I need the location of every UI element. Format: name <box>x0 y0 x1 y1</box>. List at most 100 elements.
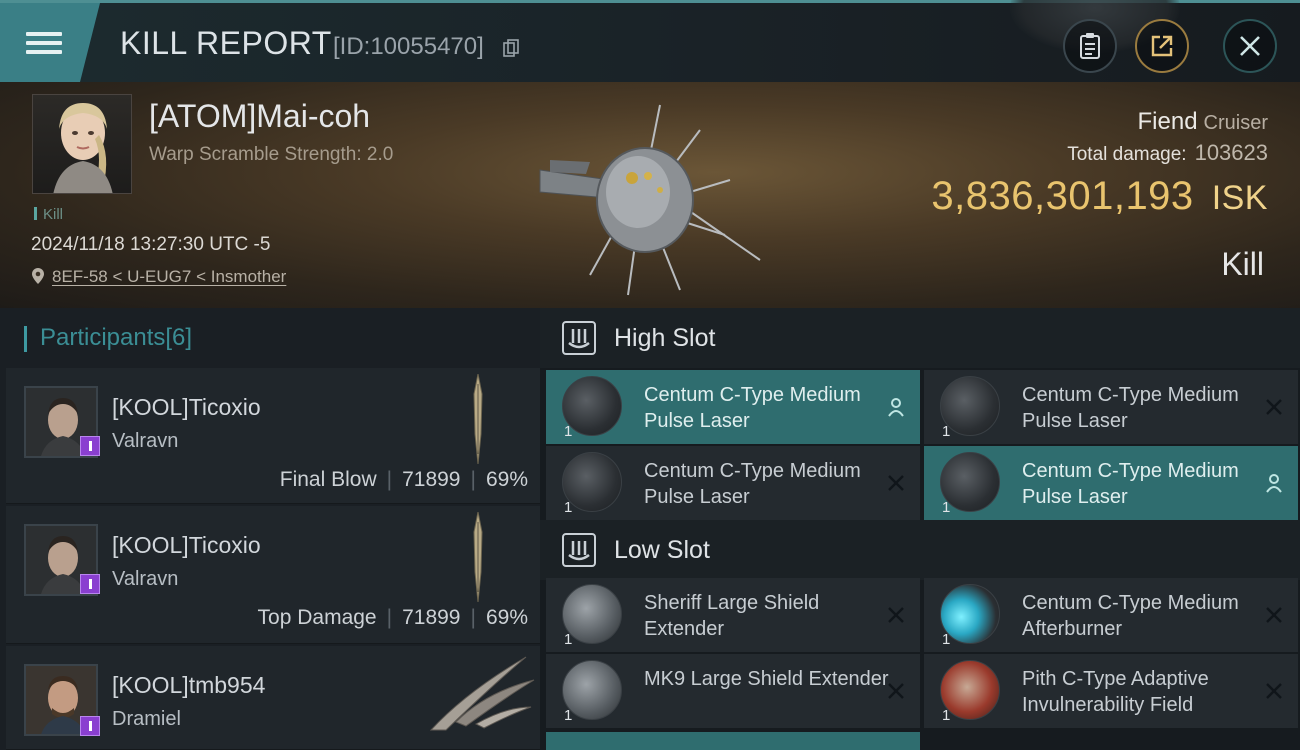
participant-damage: 71899 <box>402 468 461 491</box>
module-item[interactable]: 1 Centum C-Type Medium Afterburner <box>924 578 1298 652</box>
module-qty: 1 <box>942 631 951 648</box>
clipboard-icon <box>1080 33 1100 59</box>
participant-percent: 69% <box>485 468 528 491</box>
participant-stats: Top Damage | 71899 | 69% <box>257 606 528 629</box>
victim-name[interactable]: [ATOM]Mai-coh <box>149 98 370 135</box>
share-icon <box>1151 35 1173 57</box>
module-name: Centum C-Type Medium Pulse Laser <box>1022 384 1239 432</box>
location-pin-icon <box>32 268 44 284</box>
participant-name[interactable]: [KOOL]tmb954 <box>112 672 265 699</box>
module-item[interactable]: 1 Sheriff Large Shield Extender <box>546 578 920 652</box>
top-bar: KILL REPORT [ID:10055470] <box>0 0 1300 82</box>
module-qty: 1 <box>564 707 573 724</box>
dropped-person-icon <box>1266 474 1282 493</box>
participant-percent: 69% <box>485 606 528 629</box>
report-id: [ID:10055470] <box>333 33 484 60</box>
participant-damage: 71899 <box>402 606 461 629</box>
module-qty: 1 <box>942 499 951 516</box>
victim-avatar[interactable] <box>32 94 132 194</box>
destroyed-x-icon <box>1266 683 1282 699</box>
module-item[interactable]: 1 Centum C-Type Medium Pulse Laser <box>546 370 920 444</box>
warp-scramble-strength: Warp Scramble Strength: 2.0 <box>149 144 394 165</box>
participants-count: [6] <box>165 324 193 351</box>
participants-panel: Participants[6] [KOOL]Ticoxio Valravn Fi… <box>0 308 540 750</box>
result-label: Kill <box>1221 246 1264 282</box>
high-slot-label: High Slot <box>614 323 716 352</box>
ship-name: Fiend <box>1137 108 1198 135</box>
participant-ship: Valravn <box>112 430 179 452</box>
destroyed-x-icon <box>888 683 904 699</box>
module-item[interactable]: 1 Centum C-Type Medium Pulse Laser <box>924 370 1298 444</box>
total-damage: Total damage: 103623 <box>1067 140 1268 166</box>
menu-icon <box>26 27 62 59</box>
victim-portrait <box>53 103 113 193</box>
module-item[interactable]: 1 Centum C-Type Medium Pulse Laser <box>546 446 920 520</box>
close-button[interactable] <box>1223 19 1277 73</box>
participant-role: Final Blow <box>279 468 377 491</box>
participant-stats: Final Blow | 71899 | 69% <box>279 468 528 491</box>
module-name: Centum C-Type Medium Afterburner <box>1022 592 1239 640</box>
module-name: Pith C-Type Adaptive Invulnerability Fie… <box>1022 668 1209 716</box>
low-slot-label: Low Slot <box>614 535 710 564</box>
module-item[interactable]: 1 Pith C-Type Adaptive Invulnerability F… <box>924 654 1298 728</box>
location-text: 8EF-58 < U-EUG7 < Insmother <box>52 267 287 286</box>
module-item[interactable]: 1 MK9 Large Shield Extender <box>546 654 920 728</box>
kill-datetime: 2024/11/18 13:27:30 UTC -5 <box>31 234 271 255</box>
high-slot-header: High Slot <box>540 308 1300 368</box>
destroyed-x-icon <box>888 607 904 623</box>
module-qty: 1 <box>942 707 951 724</box>
participant-badge-icon <box>80 436 100 456</box>
participant-ship: Valravn <box>112 568 179 590</box>
page-title: KILL REPORT <box>120 25 332 61</box>
menu-button[interactable] <box>0 3 100 82</box>
destroyed-x-icon <box>1266 607 1282 623</box>
ship-class: Cruiser <box>1203 112 1268 134</box>
participant-ship: Dramiel <box>112 708 181 730</box>
module-item-partial[interactable] <box>546 732 920 750</box>
destroyed-x-icon <box>1266 399 1282 415</box>
module-qty: 1 <box>942 423 951 440</box>
victim-ship[interactable]: Fiend Cruiser <box>1138 108 1269 136</box>
participant-badge-icon <box>80 716 100 736</box>
low-slot-icon <box>562 533 596 567</box>
participant-row[interactable]: [KOOL]Ticoxio Valravn Final Blow | 71899 | 6… <box>6 368 540 504</box>
total-damage-label: Total damage: <box>1067 144 1187 165</box>
module-name: Centum C-Type Medium Pulse Laser <box>644 460 861 508</box>
participant-ship-icon[interactable] <box>468 374 488 464</box>
low-slot-header: Low Slot <box>540 520 1300 580</box>
isk-value: 3,836,301,193 ISK <box>931 174 1268 219</box>
participants-header: Participants[6] <box>23 324 193 352</box>
copy-icon[interactable] <box>503 39 519 57</box>
close-icon <box>1240 36 1260 56</box>
notes-button[interactable] <box>1063 19 1117 73</box>
module-name: MK9 Large Shield Extender <box>644 668 889 690</box>
participants-label: Participants <box>40 324 166 351</box>
total-damage-value: 103623 <box>1194 140 1268 165</box>
participant-ship-icon[interactable] <box>468 512 488 602</box>
kill-type-tag: Kill <box>34 206 63 223</box>
module-item[interactable]: 1 Centum C-Type Medium Pulse Laser <box>924 446 1298 520</box>
module-qty: 1 <box>564 423 573 440</box>
participant-row[interactable]: [KOOL]tmb954 Dramiel <box>6 646 540 750</box>
kill-location[interactable]: 8EF-58 < U-EUG7 < Insmother <box>32 267 286 287</box>
fitting-panel: High Slot 1 Centum C-Type Medium Pulse L… <box>540 308 1300 750</box>
participant-badge-icon <box>80 574 100 594</box>
module-qty: 1 <box>564 631 573 648</box>
participant-name[interactable]: [KOOL]Ticoxio <box>112 394 261 421</box>
module-name: Sheriff Large Shield Extender <box>644 592 820 640</box>
module-name: Centum C-Type Medium Pulse Laser <box>1022 460 1239 508</box>
module-name: Centum C-Type Medium Pulse Laser <box>644 384 861 432</box>
victim-banner: [ATOM]Mai-coh Warp Scramble Strength: 2.… <box>0 82 1300 308</box>
isk-amount: 3,836,301,193 <box>931 174 1194 218</box>
high-slot-icon <box>562 321 596 355</box>
dropped-person-icon <box>888 398 904 417</box>
share-button[interactable] <box>1135 19 1189 73</box>
isk-unit: ISK <box>1211 179 1268 217</box>
participant-row[interactable]: [KOOL]Ticoxio Valravn Top Damage | 71899 | 6… <box>6 506 540 644</box>
destroyed-x-icon <box>888 475 904 491</box>
participant-ship-icon[interactable] <box>426 652 536 732</box>
victim-ship-image[interactable] <box>520 100 770 300</box>
participant-name[interactable]: [KOOL]Ticoxio <box>112 532 261 559</box>
module-qty: 1 <box>564 499 573 516</box>
participant-role: Top Damage <box>257 606 377 629</box>
